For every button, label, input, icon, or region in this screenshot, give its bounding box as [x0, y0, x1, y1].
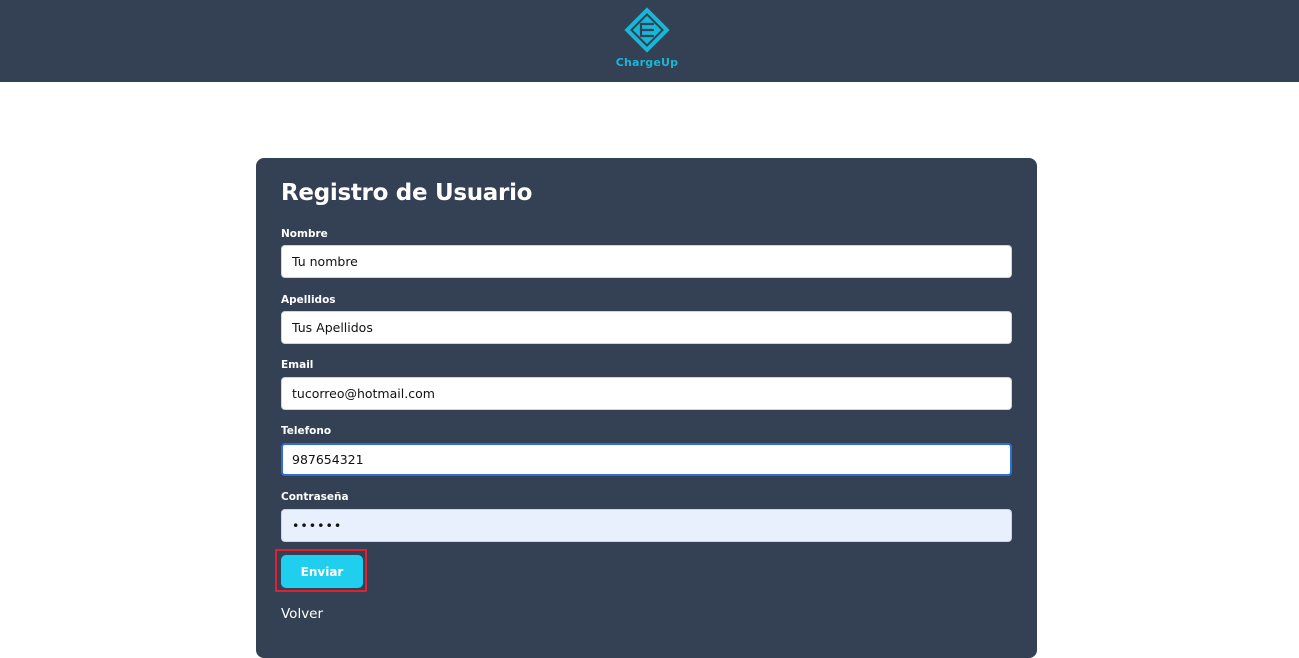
email-input[interactable]	[281, 377, 1012, 410]
contrasena-input[interactable]	[281, 509, 1012, 542]
nombre-label: Nombre	[281, 228, 328, 240]
telefono-label: Telefono	[281, 425, 332, 437]
brand-name: ChargeUp	[615, 56, 679, 69]
apellidos-input[interactable]	[281, 311, 1012, 344]
email-label: Email	[281, 359, 314, 371]
chargeup-logo-icon	[624, 7, 670, 53]
page-title: Registro de Usuario	[281, 180, 533, 206]
submit-button[interactable]: Enviar	[281, 555, 363, 588]
contrasena-label: Contraseña	[281, 491, 349, 503]
back-link[interactable]: Volver	[281, 606, 323, 622]
top-navbar: ChargeUp	[0, 0, 1299, 82]
brand-logo[interactable]: ChargeUp	[610, 2, 684, 74]
nombre-input[interactable]	[281, 245, 1012, 278]
telefono-input[interactable]	[281, 443, 1012, 476]
apellidos-label: Apellidos	[281, 294, 336, 306]
registration-card: Registro de Usuario Nombre Apellidos Ema…	[256, 158, 1037, 658]
